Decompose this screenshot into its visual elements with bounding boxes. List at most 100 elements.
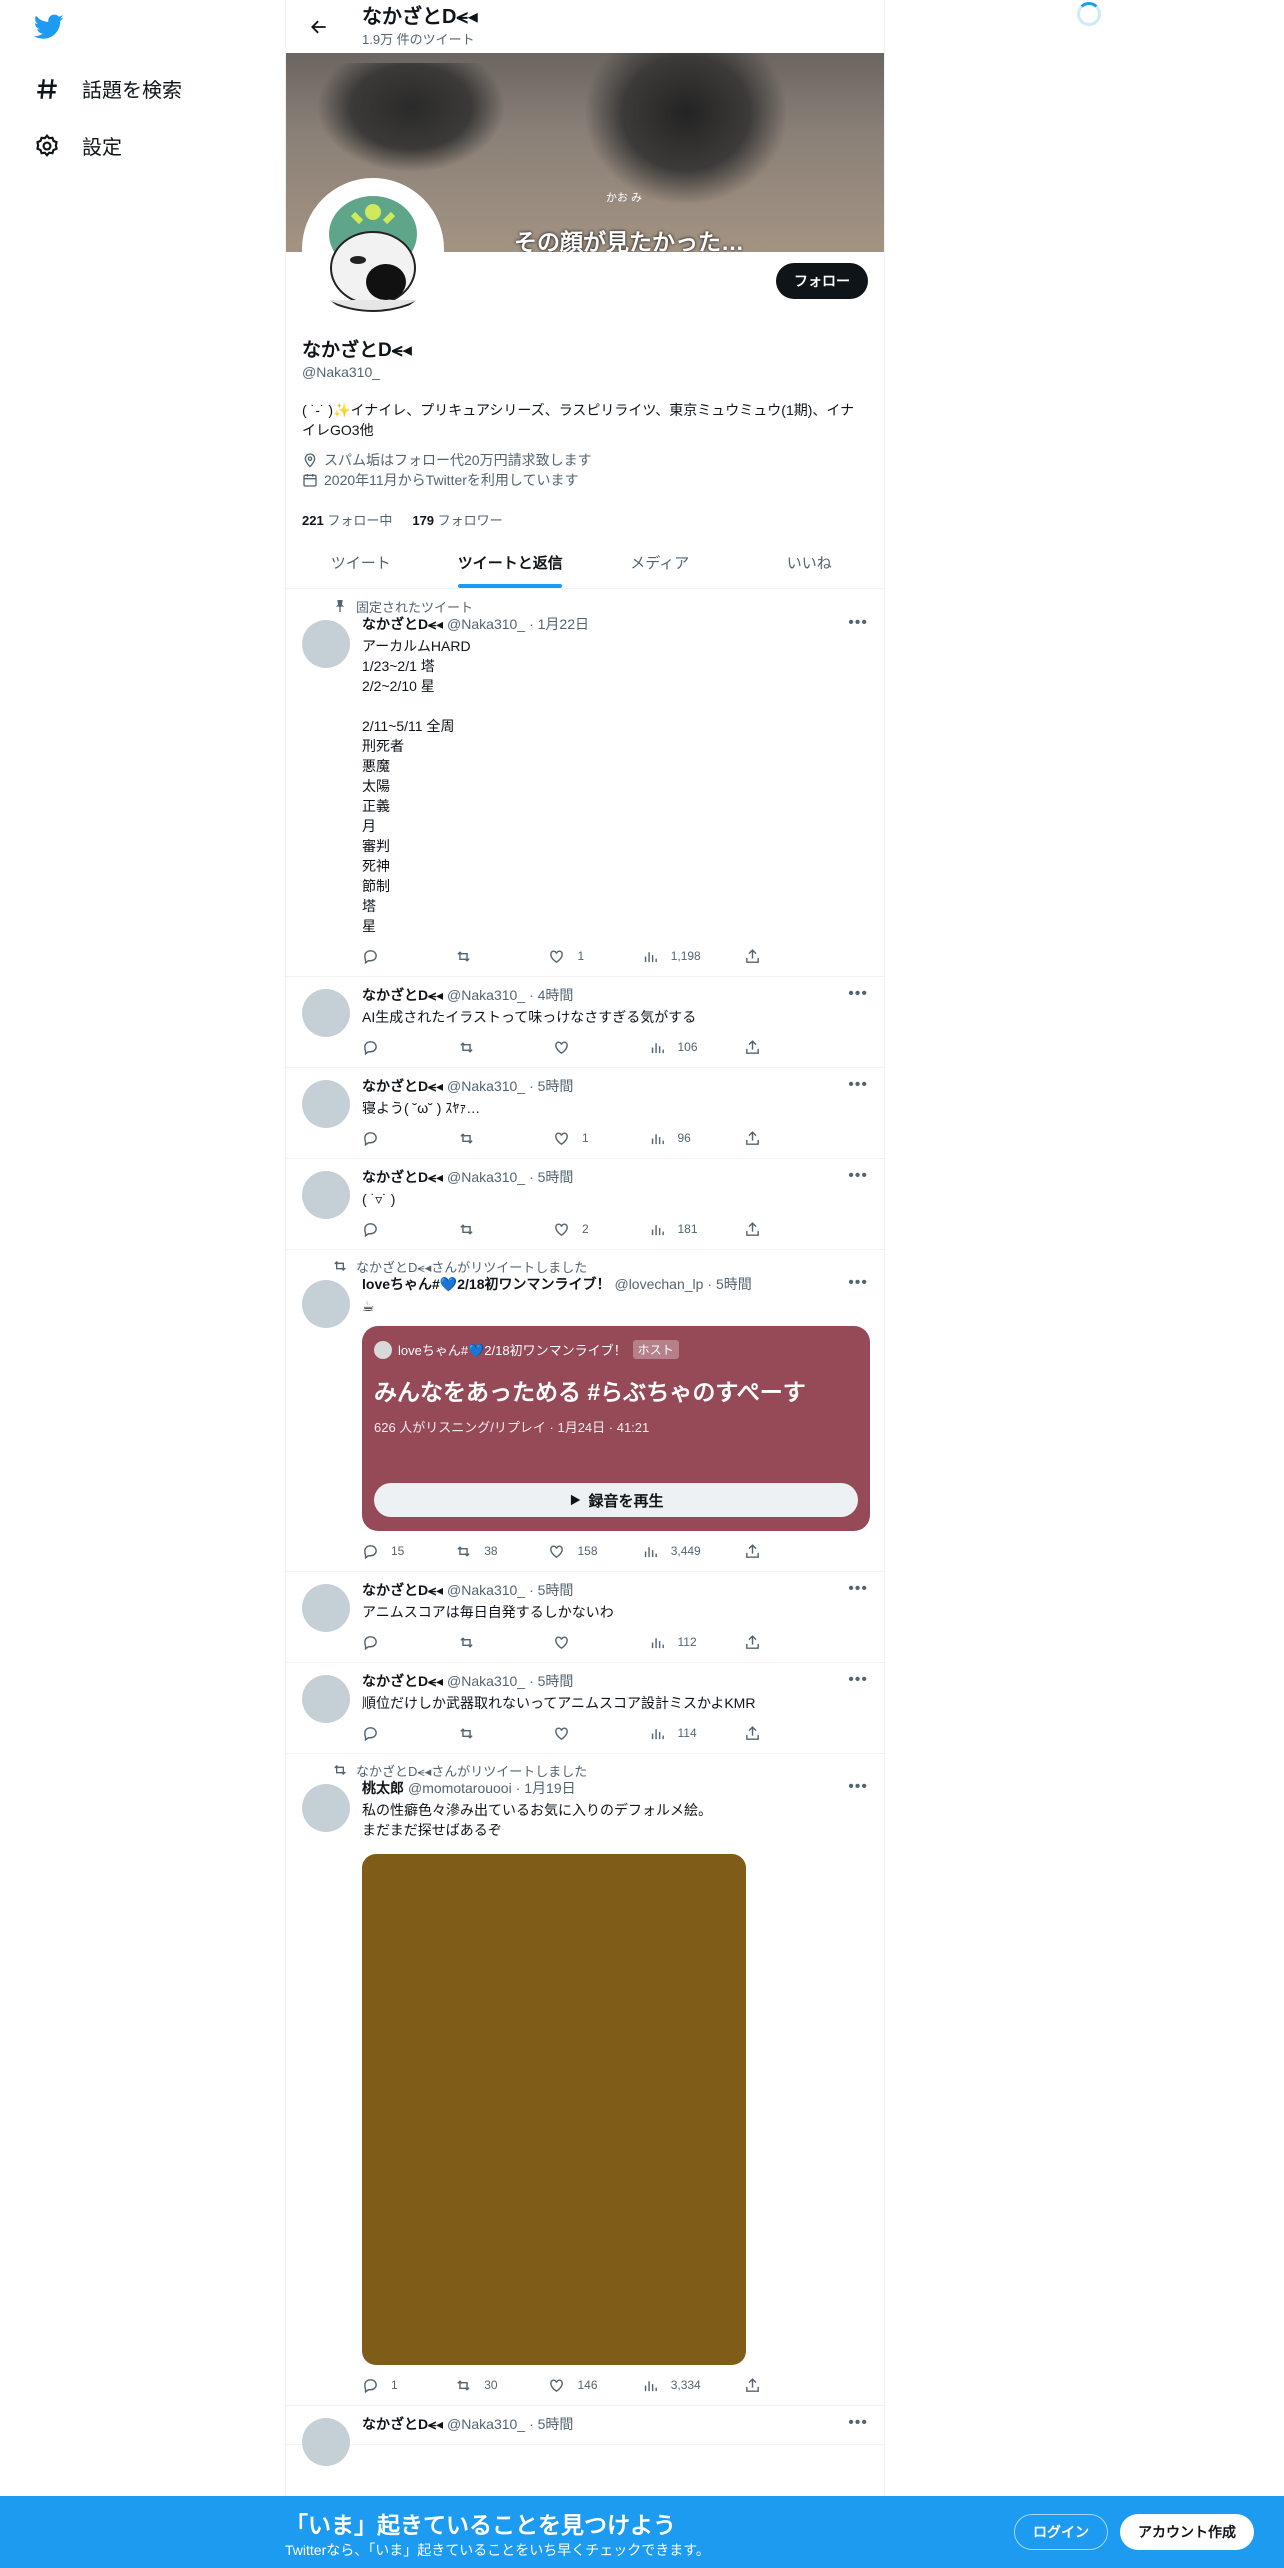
avatar[interactable]: [302, 1784, 350, 1832]
share-button[interactable]: [744, 1634, 794, 1651]
more-options-icon[interactable]: •••: [848, 2414, 868, 2432]
like-button[interactable]: 1: [553, 1130, 603, 1147]
views-button[interactable]: 181: [649, 1221, 699, 1238]
avatar[interactable]: [302, 1080, 350, 1128]
retweet-button[interactable]: [458, 1039, 508, 1056]
tweet[interactable]: ••• なかざとD⪪◂ @Naka310_ · 5時間( ˙▿˙ ) 2 181: [286, 1159, 884, 1250]
tweet[interactable]: なかざとD⪪◂さんがリツイートしました ••• 桃太郎 @momotarouooi · …: [286, 1754, 884, 2406]
views-button[interactable]: 1,198: [642, 948, 701, 965]
signup-button[interactable]: アカウント作成: [1120, 2514, 1254, 2550]
tweet-author-handle[interactable]: @Naka310_: [447, 2416, 525, 2432]
profile-avatar[interactable]: [302, 178, 444, 320]
space-card[interactable]: loveちゃん#💙2/18初ワンマンライブ！ ホスト みんなをあっためる #らぶちゃ…: [362, 1326, 870, 1531]
views-button[interactable]: 106: [649, 1039, 699, 1056]
tweet-author-handle[interactable]: @Naka310_: [447, 1582, 525, 1598]
tweet-author-name[interactable]: なかざとD⪪◂: [362, 1580, 443, 1600]
tweet-author-handle[interactable]: @momotarouooi: [408, 1780, 512, 1796]
more-options-icon[interactable]: •••: [848, 1076, 868, 1094]
share-button[interactable]: [744, 1221, 794, 1238]
tweet-timestamp[interactable]: · 5時間: [529, 1671, 573, 1691]
tweet-timestamp[interactable]: · 5時間: [529, 1580, 573, 1600]
share-button[interactable]: [744, 948, 794, 965]
avatar[interactable]: [302, 1280, 350, 1328]
reply-button[interactable]: 1: [362, 2377, 412, 2394]
share-button[interactable]: [744, 1039, 794, 1056]
retweet-button[interactable]: [458, 1634, 508, 1651]
views-button[interactable]: 114: [649, 1725, 699, 1742]
reply-button[interactable]: [362, 1221, 412, 1238]
tweet[interactable]: ••• なかざとD⪪◂ @Naka310_ · 5時間: [286, 2406, 884, 2466]
more-options-icon[interactable]: •••: [848, 1274, 868, 1292]
more-options-icon[interactable]: •••: [848, 1580, 868, 1598]
reply-button[interactable]: [362, 1130, 412, 1147]
avatar[interactable]: [302, 1675, 350, 1723]
tweet[interactable]: なかざとD⪪◂さんがリツイートしました ••• loveちゃん#💙2/18初ワンマン…: [286, 1250, 884, 1572]
retweet-button[interactable]: 38: [455, 1543, 505, 1560]
login-button[interactable]: ログイン: [1014, 2514, 1108, 2550]
tweet-author-name[interactable]: loveちゃん#💙2/18初ワンマンライブ！: [362, 1274, 610, 1294]
tweet[interactable]: 固定されたツイート ••• なかざとD⪪◂ @Naka310_ · 1月22日 アーカルム…: [286, 590, 884, 977]
tweet-timestamp[interactable]: · 5時間: [529, 1167, 573, 1187]
tab-media[interactable]: メディア: [585, 536, 735, 588]
tweet-author-name[interactable]: なかざとD⪪◂: [362, 2414, 443, 2434]
tweet-author-name[interactable]: なかざとD⪪◂: [362, 985, 443, 1005]
tweet[interactable]: ••• なかざとD⪪◂ @Naka310_ · 5時間 順位だけしか武器取れないってアニ…: [286, 1663, 884, 1754]
tweet-author-name[interactable]: 桃太郎: [362, 1778, 404, 1798]
reply-button[interactable]: [362, 1725, 412, 1742]
tweet-timestamp[interactable]: · 5時間: [529, 1076, 573, 1096]
twitter-bird-icon[interactable]: [34, 14, 64, 40]
reply-button[interactable]: 15: [362, 1543, 412, 1560]
tweet-author-handle[interactable]: @Naka310_: [447, 1169, 525, 1185]
like-button[interactable]: 146: [548, 2377, 598, 2394]
like-button[interactable]: 2: [553, 1221, 603, 1238]
avatar[interactable]: [302, 989, 350, 1037]
views-button[interactable]: 112: [649, 1634, 699, 1651]
more-options-icon[interactable]: •••: [848, 985, 868, 1003]
tweet-author-name[interactable]: なかざとD⪪◂: [362, 1167, 443, 1187]
tweet-author-handle[interactable]: @Naka310_: [447, 1673, 525, 1689]
tweet-author-handle[interactable]: @lovechan_lp: [614, 1276, 703, 1292]
share-button[interactable]: [744, 1130, 794, 1147]
tweet-timestamp[interactable]: · 5時間: [529, 2414, 573, 2434]
more-options-icon[interactable]: •••: [848, 1778, 868, 1796]
retweet-button[interactable]: [458, 1130, 508, 1147]
tweet-media-image[interactable]: [362, 1854, 746, 2365]
more-options-icon[interactable]: •••: [848, 1671, 868, 1689]
tweet-author-handle[interactable]: @Naka310_: [447, 987, 525, 1003]
avatar[interactable]: [302, 2418, 350, 2466]
nav-explore[interactable]: 話題を検索: [34, 74, 182, 103]
tweet-timestamp[interactable]: · 5時間: [707, 1274, 751, 1294]
tab-likes[interactable]: いいね: [735, 536, 885, 588]
more-options-icon[interactable]: •••: [848, 1167, 868, 1185]
nav-settings[interactable]: 設定: [34, 131, 122, 160]
more-options-icon[interactable]: •••: [848, 614, 868, 632]
share-button[interactable]: [744, 1543, 794, 1560]
retweet-button[interactable]: [458, 1725, 508, 1742]
like-button[interactable]: [553, 1634, 603, 1651]
retweet-button[interactable]: 30: [455, 2377, 505, 2394]
like-button[interactable]: 158: [548, 1543, 598, 1560]
tweet-author-name[interactable]: なかざとD⪪◂: [362, 1671, 443, 1691]
tweet-timestamp[interactable]: · 1月22日: [529, 614, 589, 634]
retweet-button[interactable]: [455, 948, 505, 965]
tweet-timestamp[interactable]: · 1月19日: [516, 1778, 576, 1798]
tab-tweets-and-replies[interactable]: ツイートと返信: [436, 536, 586, 588]
share-button[interactable]: [744, 1725, 794, 1742]
views-button[interactable]: 3,449: [642, 1543, 701, 1560]
like-button[interactable]: [553, 1725, 603, 1742]
avatar[interactable]: [302, 620, 350, 668]
tweet[interactable]: ••• なかざとD⪪◂ @Naka310_ · 4時間 AI生成されたイラストって味っけ…: [286, 977, 884, 1068]
tweet[interactable]: ••• なかざとD⪪◂ @Naka310_ · 5時間 寝よう( ˘ω˘ ) ｽﾔｧ… 1…: [286, 1068, 884, 1159]
back-button[interactable]: [302, 10, 336, 44]
tweet-author-handle[interactable]: @Naka310_: [447, 1078, 525, 1094]
followers-link[interactable]: 179 フォロワー: [412, 510, 502, 529]
avatar[interactable]: [302, 1171, 350, 1219]
tweet[interactable]: ••• なかざとD⪪◂ @Naka310_ · 5時間 アニムスコアは毎日自発するしかな…: [286, 1572, 884, 1663]
tab-tweets[interactable]: ツイート: [286, 536, 436, 588]
play-recording-button[interactable]: 録音を再生: [374, 1483, 858, 1517]
views-button[interactable]: 96: [649, 1130, 699, 1147]
reply-button[interactable]: [362, 1039, 412, 1056]
retweet-button[interactable]: [458, 1221, 508, 1238]
tweet-timestamp[interactable]: · 4時間: [529, 985, 573, 1005]
avatar[interactable]: [302, 1584, 350, 1632]
